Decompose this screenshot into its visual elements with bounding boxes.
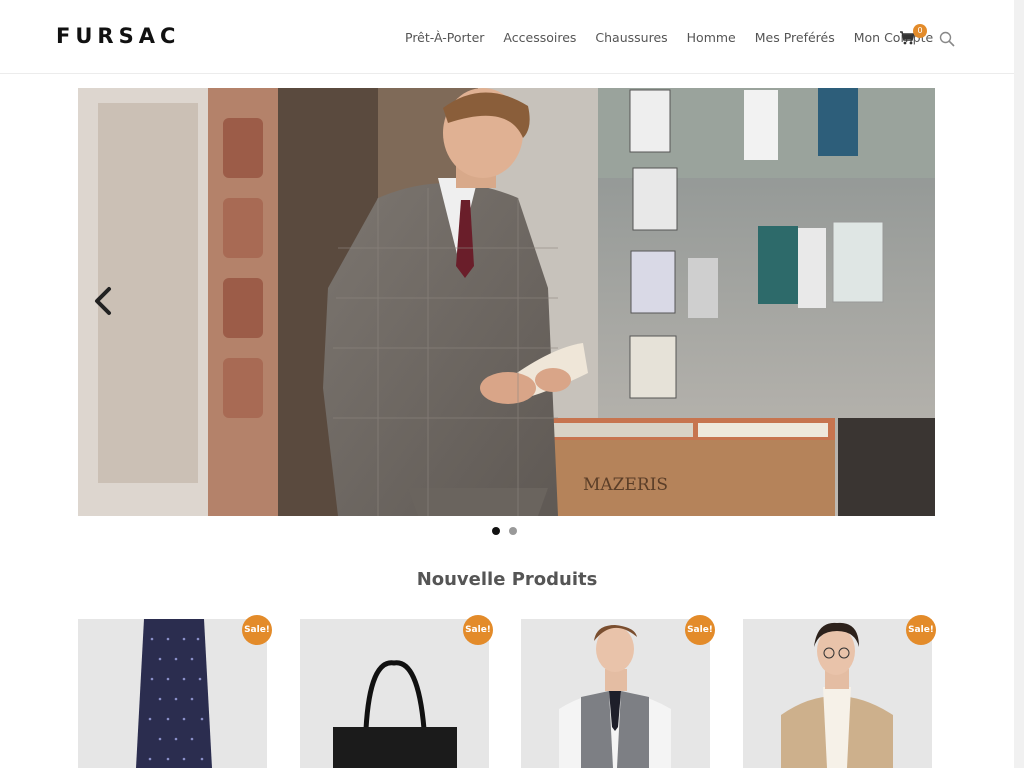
slider-dots: [492, 527, 517, 535]
slider-dot-2[interactable]: [509, 527, 517, 535]
hero-image: MAZERIS: [78, 88, 935, 516]
vest-model-product-image: [521, 619, 710, 768]
search-icon[interactable]: [939, 31, 955, 47]
sale-badge: Sale!: [242, 615, 272, 645]
nav-item-pret-a-porter[interactable]: Prêt-À-Porter: [405, 30, 484, 45]
nav-item-mes-preferes[interactable]: Mes Preférés: [755, 30, 835, 45]
site-header: FURSAC Prêt-À-Porter Accessoires Chaussu…: [0, 0, 1014, 74]
cart-count-badge: 0: [913, 24, 927, 38]
cardigan-model-product-image: [743, 619, 932, 768]
sale-badge: Sale!: [463, 615, 493, 645]
nav-item-homme[interactable]: Homme: [687, 30, 736, 45]
section-title: Nouvelle Produits: [416, 569, 598, 590]
slider-prev-chevron-icon[interactable]: [88, 284, 118, 318]
tote-bag-product-image: [300, 619, 489, 768]
product-card-1[interactable]: [78, 619, 267, 768]
main-nav: Prêt-À-Porter Accessoires Chaussures Hom…: [405, 30, 952, 45]
product-card-3[interactable]: [521, 619, 710, 768]
brand-logo[interactable]: FURSAC: [56, 24, 180, 48]
product-card-2[interactable]: [300, 619, 489, 768]
crate-sign-text: MAZERIS: [583, 475, 668, 495]
slider-dot-1[interactable]: [492, 527, 500, 535]
sale-badge: Sale!: [685, 615, 715, 645]
page-scrollbar[interactable]: [1014, 0, 1024, 768]
nav-item-chaussures[interactable]: Chaussures: [595, 30, 667, 45]
product-card-4[interactable]: [743, 619, 932, 768]
hero-slider: MAZERIS: [78, 88, 935, 516]
sale-badge: Sale!: [906, 615, 936, 645]
tie-product-image: [78, 619, 267, 768]
nav-item-accessoires[interactable]: Accessoires: [503, 30, 576, 45]
